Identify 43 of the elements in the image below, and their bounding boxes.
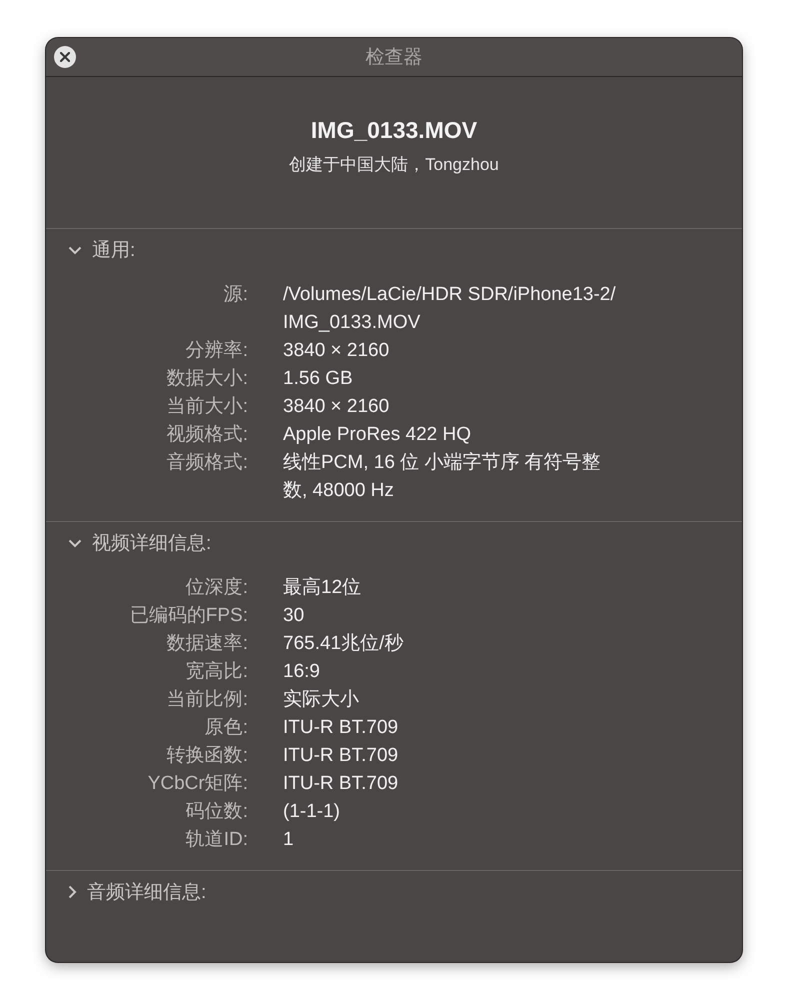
chevron-right-icon[interactable] — [68, 885, 77, 899]
field-label: 已编码的FPS: — [128, 604, 248, 628]
field-value: ITU-R BT.709 — [283, 716, 400, 740]
section-title[interactable]: 通用: — [92, 237, 136, 263]
field-value: ITU-R BT.709 — [283, 744, 400, 768]
section-title[interactable]: 视频详细信息: — [92, 530, 212, 556]
field-value: 最高12位 — [283, 576, 362, 600]
field-value: /Volumes/LaCie/HDR SDR/iPhone13-2/ IMG_0133.MOV — [283, 283, 617, 335]
field-value: Apple ProRes 422 HQ — [283, 423, 472, 447]
field-label: 当前大小: — [166, 395, 248, 419]
location-subtitle: 创建于中国大陆，Tongzhou — [289, 154, 499, 176]
field-value: (1-1-1) — [283, 800, 342, 824]
field-label: 原色: — [204, 716, 248, 740]
close-icon — [60, 52, 70, 62]
field-value: 30 — [283, 604, 306, 628]
window-title: 检查器 — [366, 46, 422, 70]
field-label: 数据速率: — [166, 632, 248, 656]
field-value: 1.56 GB — [283, 367, 354, 391]
field-value: 16:9 — [283, 660, 321, 684]
field-value: ITU-R BT.709 — [283, 772, 400, 796]
field-label: 轨道ID: — [184, 828, 248, 852]
field-label: 视频格式: — [166, 423, 248, 447]
field-label: 转换函数: — [166, 744, 248, 768]
field-value: 765.41兆位/秒 — [283, 632, 404, 656]
field-value: 线性PCM, 16 位 小端字节序 有符号整 数, 48000 Hz — [283, 451, 602, 503]
field-value: 1 — [283, 828, 295, 852]
field-label: 数据大小: — [166, 367, 248, 391]
chevron-down-icon[interactable] — [68, 246, 82, 254]
section-title[interactable]: 音频详细信息: — [87, 879, 206, 905]
field-label: 当前比例: — [166, 688, 248, 712]
field-label: 分辨率: — [184, 339, 248, 363]
field-label: 宽高比: — [184, 660, 248, 684]
field-label: 码位数: — [184, 800, 248, 824]
file-name: IMG_0133.MOV — [310, 116, 478, 145]
field-value: 3840 × 2160 — [283, 395, 390, 419]
field-label: 位深度: — [184, 576, 248, 600]
field-label: 源: — [222, 283, 248, 307]
field-value: 实际大小 — [283, 688, 360, 712]
chevron-down-icon[interactable] — [68, 538, 82, 548]
field-label: 音频格式: — [166, 451, 248, 475]
close-button[interactable] — [54, 46, 76, 68]
field-value: 3840 × 2160 — [283, 339, 390, 363]
field-label: YCbCr矩阵: — [146, 772, 248, 796]
